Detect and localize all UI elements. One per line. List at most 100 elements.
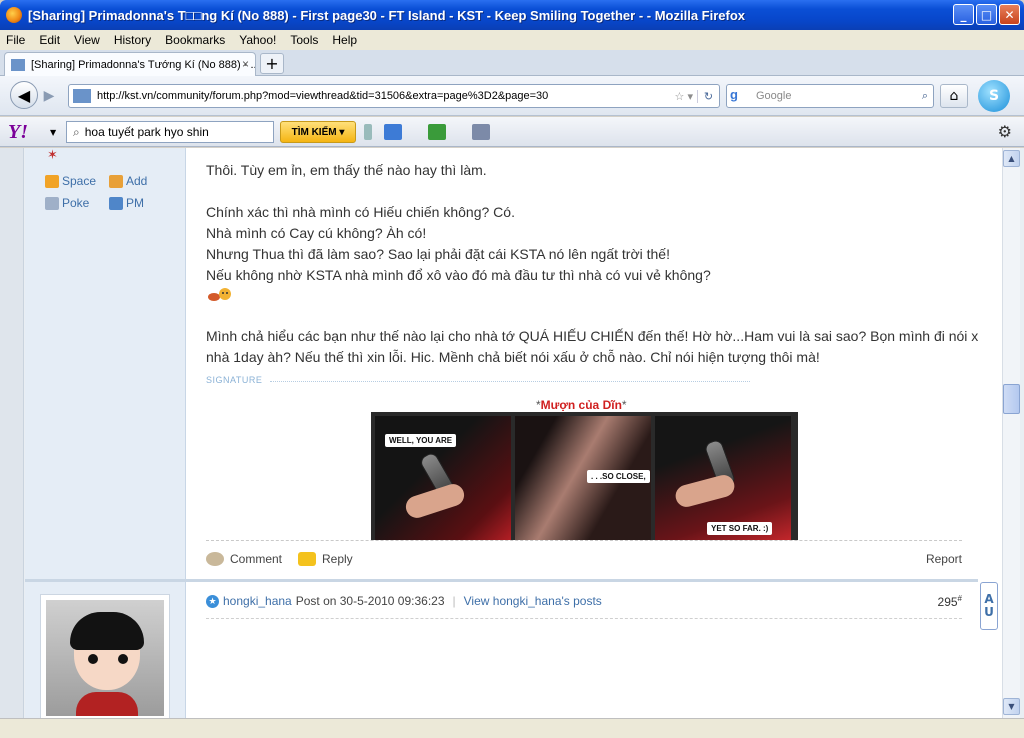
reload-icon[interactable]: ↻ [697,89,719,103]
online-star-icon: ★ [206,594,219,608]
post-body: Thôi. Tùy em ỉn, em thấy thế nào hay thì… [186,148,994,579]
home-icon: ⌂ [949,88,959,104]
pm-link[interactable]: PM [109,196,144,210]
search-input[interactable]: Google [756,90,922,102]
menu-history[interactable]: History [114,33,151,47]
tab-label: [Sharing] Primadonna's Tướng Kí (No 888)… [31,58,256,71]
menu-tools[interactable]: Tools [290,33,318,47]
speech-text: . . .SO CLOSE, [587,470,650,483]
signature-image: WELL, YOU ARE . . .SO CLOSE, YET SO FAR.… [371,412,798,540]
post-text-line: Nhà mình có Cay cú không? Àh có! [206,225,427,241]
back-arrow-icon: ◀ [17,85,31,105]
yahoo-menu-chevron-icon[interactable]: ▼ [50,128,56,137]
post-text-line: nhà 1day àh? Nếu thế thì xin lỗi. Hic. M… [206,349,820,365]
close-button[interactable]: ✕ [999,4,1020,25]
signature-caption: *Mượn của Dĩn* [536,398,627,412]
scroll-top-button[interactable]: A U [980,582,998,630]
menu-bar: File Edit View History Bookmarks Yahoo! … [0,30,1024,50]
home-icon [45,174,59,188]
bookmark-star-icon[interactable]: ☆ ▾ [675,90,693,103]
toolbar-separator-icon [364,124,372,140]
page-content: ✶ Space Add Poke PM Thôi. Tùy em ỉn, em … [0,148,1024,738]
rank-star-icon: ✶ [47,148,58,163]
forward-button[interactable]: ▶ [38,86,60,106]
maximize-button[interactable]: □ [976,4,997,25]
menu-view[interactable]: View [74,33,100,47]
search-bar[interactable]: g Google ⌕ [726,84,934,108]
yahoo-search-field[interactable]: ⌕ hoa tuyết park hyo shin [66,121,274,143]
post-floor-number[interactable]: 295# [938,594,962,609]
firefox-icon [6,7,22,23]
scrollbar-thumb[interactable] [1003,384,1020,414]
vertical-scrollbar[interactable]: ▲ ▼ [1002,148,1020,718]
yahoo-search-icon: ⌕ [73,124,80,139]
image-panel: WELL, YOU ARE [375,416,511,540]
widgets-icon[interactable] [428,124,446,140]
left-margin [0,148,24,738]
actions-divider [206,540,962,541]
avatar-body-shape [76,692,138,716]
tab-close-icon[interactable]: × [242,57,249,71]
meta-divider [206,618,962,619]
post-date: Post on 30-5-2010 09:36:23 [295,594,445,608]
comment-button[interactable]: Comment [206,552,282,566]
yahoo-logo[interactable]: Y! [8,121,28,144]
avatar[interactable] [40,594,170,722]
add-friend-link[interactable]: Add [109,174,147,188]
site-identity-icon [73,89,91,103]
bookmarks-icon[interactable] [472,124,490,140]
skype-icon[interactable]: S [978,80,1010,112]
space-link[interactable]: Space [45,174,96,188]
mail-icon[interactable] [384,124,402,140]
signature-label: SIGNATURE [206,375,263,385]
back-button[interactable]: ◀ [10,81,38,109]
window-titlebar: [Sharing] Primadonna's T□□ng Kí (No 888)… [0,0,1024,30]
menu-edit[interactable]: Edit [39,33,60,47]
right-margin [978,148,1002,738]
reply-icon [298,552,316,566]
yahoo-toolbar: Y! ▼ ⌕ hoa tuyết park hyo shin TÌM KIẾM … [0,117,1024,147]
poke-link[interactable]: Poke [45,196,89,210]
post-text-line: Mình chả hiểu các bạn như thế nào lại ch… [206,328,994,344]
speech-text: WELL, YOU ARE [385,434,457,447]
tab-current[interactable]: [Sharing] Primadonna's Tướng Kí (No 888)… [4,52,256,76]
yahoo-search-input[interactable]: hoa tuyết park hyo shin [85,125,209,139]
post-meta: ★ hongki_hana Post on 30-5-2010 09:36:23… [206,594,962,609]
post-author-sidebar: ✶ Space Add Poke PM [25,148,186,579]
speech-text: YET SO FAR. :) [707,522,773,535]
signature-divider [270,381,750,382]
handshake-icon [109,174,123,188]
menu-bookmarks[interactable]: Bookmarks [165,33,225,47]
scroll-up-icon[interactable]: ▲ [1003,150,1020,167]
forward-arrow-icon: ▶ [43,88,55,104]
post-text-line: Chính xác thì nhà mình có Hiếu chiến khô… [206,204,515,220]
new-tab-button[interactable]: + [260,53,284,74]
url-bar[interactable]: http://kst.vn/community/forum.php?mod=vi… [68,84,720,108]
gear-icon[interactable]: ⚙ [998,122,1012,141]
tab-bar: [Sharing] Primadonna's Tướng Kí (No 888)… [0,50,1024,76]
report-link[interactable]: Report [926,552,962,566]
search-icon[interactable]: ⌕ [922,90,928,103]
site-favicon-icon [11,58,25,71]
post-text-line: Thôi. Tùy em ỉn, em thấy thế nào hay thì… [206,162,487,178]
reply-button[interactable]: Reply [298,552,353,566]
scroll-down-icon[interactable]: ▼ [1003,698,1020,715]
avatar-eye-shape [88,654,98,664]
image-panel: . . .SO CLOSE, [515,416,651,540]
window-title: [Sharing] Primadonna's T□□ng Kí (No 888)… [28,7,746,23]
menu-file[interactable]: File [6,33,25,47]
menu-help[interactable]: Help [332,33,357,47]
author-link[interactable]: hongki_hana [223,594,292,608]
home-button[interactable]: ⌂ [940,84,968,108]
post-text-line: Nếu không nhờ KSTA nhà mình đổ xô vào đó… [206,267,711,283]
image-panel: YET SO FAR. :) [655,416,791,540]
hand-shape [673,472,737,510]
url-input[interactable]: http://kst.vn/community/forum.php?mod=vi… [97,90,675,102]
minimize-button[interactable]: _ [953,4,974,25]
yahoo-search-button[interactable]: TÌM KIẾM ▾ [280,121,356,143]
menu-yahoo[interactable]: Yahoo! [239,33,276,47]
poke-icon [45,196,59,210]
meta-separator: | [452,594,456,608]
google-engine-icon[interactable]: g [730,87,752,105]
view-posts-link[interactable]: View hongki_hana's posts [464,594,602,608]
